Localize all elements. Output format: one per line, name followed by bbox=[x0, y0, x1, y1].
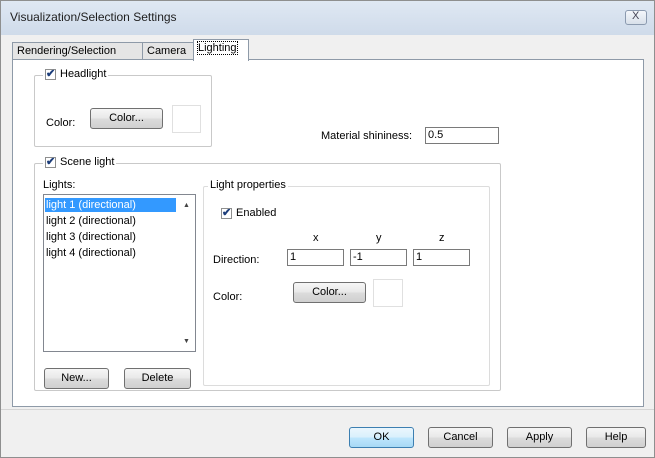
material-shininess-label: Material shininess: bbox=[321, 130, 413, 142]
lights-label: Lights: bbox=[43, 179, 76, 191]
material-shininess-input[interactable]: 0.5 bbox=[425, 127, 499, 144]
x-label: x bbox=[313, 232, 319, 244]
headlight-checkbox[interactable]: ✔ Headlight bbox=[43, 67, 109, 80]
new-light-button[interactable]: New... bbox=[44, 368, 109, 389]
headlight-label: Headlight bbox=[60, 68, 107, 80]
scroll-down-icon[interactable]: ▼ bbox=[183, 338, 190, 345]
separator bbox=[1, 409, 654, 410]
y-label: y bbox=[376, 232, 382, 244]
enabled-checkbox[interactable]: ✔ Enabled bbox=[219, 206, 279, 219]
headlight-color-label: Color: bbox=[46, 117, 76, 129]
lights-list[interactable]: light 1 (directional) light 2 (direction… bbox=[43, 194, 196, 352]
list-item[interactable]: light 1 (directional) bbox=[45, 198, 176, 212]
delete-light-button[interactable]: Delete bbox=[124, 368, 191, 389]
check-icon: ✔ bbox=[222, 206, 232, 219]
settings-dialog: Visualization/Selection Settings X Rende… bbox=[0, 0, 655, 458]
list-item[interactable]: light 2 (directional) bbox=[45, 214, 136, 228]
light-properties-title: Light properties bbox=[208, 179, 288, 191]
headlight-color-swatch bbox=[172, 105, 201, 133]
direction-y-input[interactable]: -1 bbox=[350, 249, 407, 266]
light-color-button[interactable]: Color... bbox=[293, 282, 366, 303]
headlight-color-button[interactable]: Color... bbox=[90, 108, 163, 129]
title-bar[interactable]: Visualization/Selection Settings X bbox=[1, 1, 654, 35]
headlight-check-box[interactable]: ✔ bbox=[45, 67, 56, 80]
scroll-up-icon[interactable]: ▲ bbox=[183, 202, 190, 209]
tab-rendering-selection[interactable]: Rendering/Selection bbox=[12, 42, 143, 60]
list-item[interactable]: light 4 (directional) bbox=[45, 246, 136, 260]
cancel-button[interactable]: Cancel bbox=[428, 427, 493, 448]
direction-z-input[interactable]: 1 bbox=[413, 249, 470, 266]
direction-label: Direction: bbox=[213, 254, 260, 266]
apply-button[interactable]: Apply bbox=[507, 427, 572, 448]
tab-lighting[interactable]: Lighting bbox=[193, 39, 249, 61]
help-button[interactable]: Help bbox=[586, 427, 646, 448]
scene-light-label: Scene light bbox=[60, 156, 115, 168]
light-color-label: Color: bbox=[213, 291, 243, 303]
close-icon: X bbox=[632, 10, 640, 22]
list-item[interactable]: light 3 (directional) bbox=[45, 230, 136, 244]
enabled-label: Enabled bbox=[236, 207, 277, 219]
close-button[interactable]: X bbox=[625, 10, 647, 25]
z-label: z bbox=[439, 232, 445, 244]
window-title: Visualization/Selection Settings bbox=[10, 10, 177, 24]
check-icon: ✔ bbox=[46, 67, 56, 80]
tab-camera[interactable]: Camera bbox=[142, 42, 194, 60]
scene-light-checkbox[interactable]: ✔ Scene light bbox=[43, 155, 117, 168]
scene-light-check-box[interactable]: ✔ bbox=[45, 155, 56, 168]
enabled-check-box[interactable]: ✔ bbox=[221, 206, 232, 219]
ok-button[interactable]: OK bbox=[349, 427, 414, 448]
check-icon: ✔ bbox=[46, 155, 56, 168]
light-color-swatch bbox=[373, 279, 403, 307]
direction-x-input[interactable]: 1 bbox=[287, 249, 344, 266]
lights-scrollbar[interactable]: ▲ ▼ bbox=[178, 195, 195, 351]
